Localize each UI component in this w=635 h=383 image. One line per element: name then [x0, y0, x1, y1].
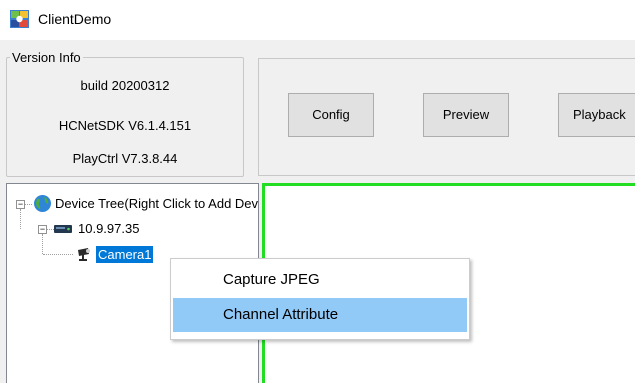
- tree-connector: [24, 204, 32, 205]
- menu-item-channel-attribute[interactable]: Channel Attribute: [173, 298, 467, 332]
- sdk-version-text: HCNetSDK V6.1.4.151: [58, 118, 192, 133]
- tree-connector: [20, 209, 21, 229]
- app-logo-icon: [10, 10, 29, 28]
- version-info-legend: Version Info: [10, 50, 83, 65]
- tree-device-label[interactable]: 10.9.97.35: [78, 221, 139, 236]
- playctrl-version-text: PlayCtrl V7.3.8.44: [72, 151, 178, 166]
- tree-root-label[interactable]: Device Tree(Right Click to Add Device): [55, 196, 258, 211]
- globe-icon: [34, 195, 51, 212]
- playback-button[interactable]: Playback: [558, 93, 635, 137]
- camera-icon: [78, 248, 90, 261]
- dvr-device-icon: [54, 225, 72, 233]
- tree-camera-label[interactable]: Camera1: [96, 246, 154, 263]
- preview-button[interactable]: Preview: [423, 93, 509, 137]
- config-button[interactable]: Config: [288, 93, 374, 137]
- menu-item-capture-jpeg[interactable]: Capture JPEG: [173, 263, 467, 297]
- tree-connector: [43, 254, 73, 255]
- tree-connector: [42, 234, 43, 254]
- title-bar: ClientDemo: [0, 0, 635, 40]
- collapse-root-icon[interactable]: −: [16, 200, 25, 209]
- window-title: ClientDemo: [38, 11, 112, 27]
- collapse-device-icon[interactable]: −: [38, 225, 47, 234]
- context-menu: Capture JPEG Channel Attribute: [170, 258, 470, 340]
- build-version-text: build 20200312: [80, 78, 170, 93]
